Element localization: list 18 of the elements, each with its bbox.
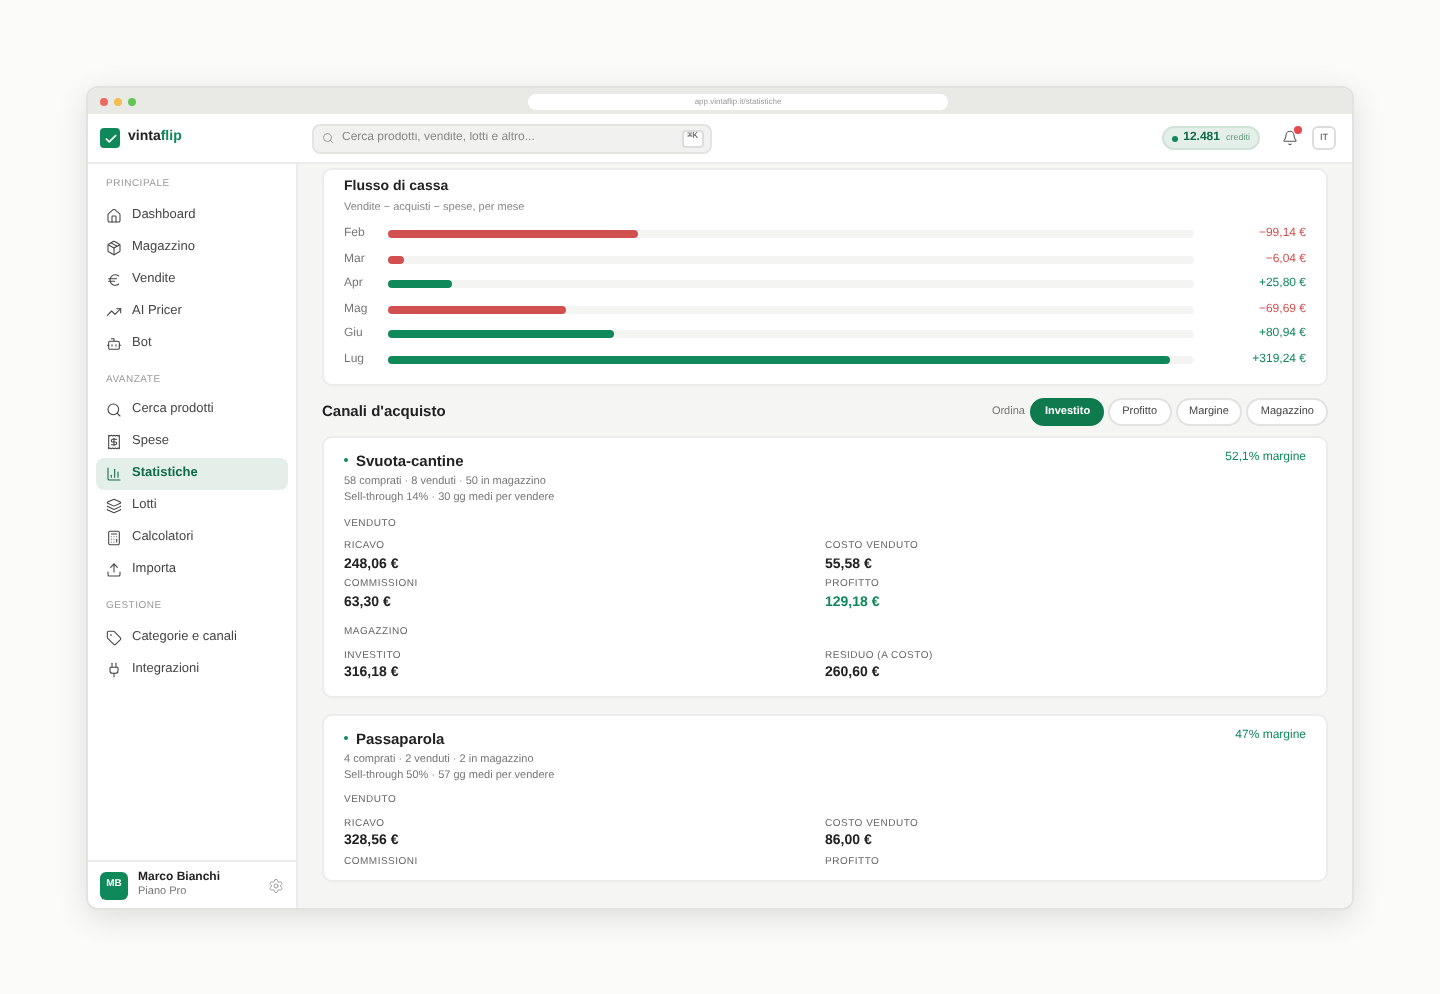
calculator-icon [106,530,122,546]
tag-icon [106,629,122,645]
bar-chart-icon [106,466,122,482]
upload-icon [106,562,122,578]
layers-icon [106,498,122,514]
box-icon [106,239,122,255]
plug-icon [106,661,122,677]
notifications-button[interactable] [1280,128,1300,148]
search-icon [106,402,122,418]
robot-icon [106,335,122,351]
euro-icon [106,271,122,287]
logo-icon [100,128,120,148]
bell-icon [1282,130,1298,146]
settings-icon[interactable] [268,877,284,893]
search-icon [322,132,334,144]
receipt-icon [106,434,122,450]
trend-up-icon [106,303,122,319]
house-icon [106,207,122,223]
